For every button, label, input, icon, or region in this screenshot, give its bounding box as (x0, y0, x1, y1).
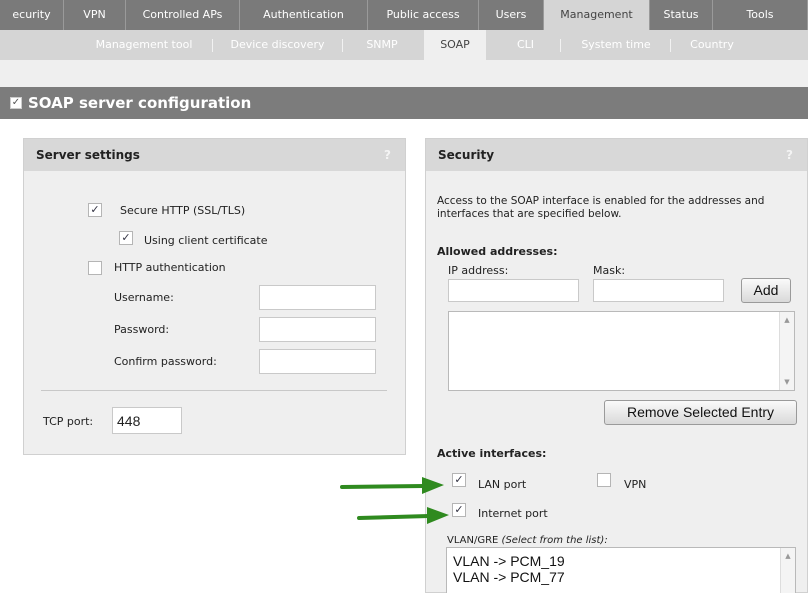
vlan-gre-hint: (Select from the list): (501, 535, 608, 546)
server-settings-panel: Server settings ? ✓ Secure HTTP (SSL/TLS… (23, 138, 406, 455)
vpn-checkbox[interactable] (597, 473, 611, 487)
vlan-gre-title: VLAN/GRE (447, 535, 499, 546)
subnav-divider (560, 39, 561, 52)
http-auth-label: HTTP authentication (114, 261, 226, 274)
top-nav: ecurity VPN Controlled APs Authenticatio… (0, 0, 808, 30)
lan-port-checkbox[interactable]: ✓ (452, 473, 466, 487)
security-title: Security (438, 148, 495, 162)
tab-public-access[interactable]: Public access (368, 0, 479, 30)
tab-tools[interactable]: Tools (713, 0, 808, 30)
subtab-country[interactable]: Country (672, 30, 752, 60)
client-cert-label: Using client certificate (144, 234, 268, 247)
allowed-addresses-title: Allowed addresses: (437, 245, 558, 258)
tab-security[interactable]: ecurity (0, 0, 64, 30)
security-description: Access to the SOAP interface is enabled … (437, 195, 765, 220)
remove-selected-entry-button[interactable]: Remove Selected Entry (604, 400, 797, 425)
client-cert-checkbox[interactable]: ✓ (119, 231, 133, 245)
ip-address-field[interactable] (448, 279, 579, 302)
list-item[interactable]: VLAN -> PCM_19 (453, 553, 565, 569)
allowed-addresses-list[interactable]: ▲ ▼ (448, 311, 795, 391)
subnav-divider (212, 39, 213, 52)
scroll-down-icon[interactable]: ▼ (780, 376, 794, 388)
tab-management[interactable]: Management (544, 0, 650, 30)
password-field[interactable] (259, 317, 376, 342)
vlan-gre-list[interactable]: VLAN -> PCM_19 VLAN -> PCM_77 ▲ (446, 547, 796, 593)
password-label: Password: (114, 323, 170, 336)
secure-http-checkbox[interactable]: ✓ (88, 203, 102, 217)
right-arrow-icon (340, 477, 444, 494)
security-panel: Security ? Access to the SOAP interface … (425, 138, 808, 593)
server-settings-title: Server settings (36, 148, 140, 162)
add-button[interactable]: Add (741, 278, 791, 303)
security-header: Security ? (426, 139, 807, 171)
list-item[interactable]: VLAN -> PCM_77 (453, 569, 565, 585)
lan-port-label: LAN port (478, 478, 527, 491)
help-icon[interactable]: ? (786, 139, 793, 171)
tab-controlled-aps[interactable]: Controlled APs (126, 0, 240, 30)
subtab-snmp[interactable]: SNMP (345, 30, 419, 60)
tab-status[interactable]: Status (650, 0, 713, 30)
subtab-soap[interactable]: SOAP (424, 30, 486, 60)
subtab-cli[interactable]: CLI (492, 30, 559, 60)
subtab-management-tool[interactable]: Management tool (78, 30, 210, 60)
tab-vpn[interactable]: VPN (64, 0, 126, 30)
help-icon[interactable]: ? (384, 139, 391, 171)
divider (41, 390, 387, 391)
scroll-up-icon[interactable]: ▲ (780, 314, 794, 326)
sub-nav: Management tool Device discovery SNMP SO… (0, 30, 808, 60)
http-auth-checkbox[interactable] (88, 261, 102, 275)
mask-label: Mask: (593, 264, 626, 277)
secure-http-label: Secure HTTP (SSL/TLS) (120, 204, 246, 217)
server-settings-header: Server settings ? (24, 139, 405, 171)
page-title-bar: ✓ SOAP server configuration (0, 87, 808, 119)
scrollbar[interactable]: ▲ (780, 548, 795, 593)
vlan-gre-label: VLAN/GRE (Select from the list): (447, 535, 608, 546)
vpn-label: VPN (624, 478, 647, 491)
tcp-port-label: TCP port: (43, 415, 94, 428)
ip-address-label: IP address: (448, 264, 509, 277)
subtab-system-time[interactable]: System time (563, 30, 669, 60)
scrollbar[interactable]: ▲ ▼ (779, 312, 794, 390)
tcp-port-field[interactable] (112, 407, 182, 434)
right-arrow-icon (357, 507, 449, 524)
active-interfaces-title: Active interfaces: (437, 447, 547, 460)
internet-port-checkbox[interactable]: ✓ (452, 503, 466, 517)
internet-port-label: Internet port (478, 507, 548, 520)
username-field[interactable] (259, 285, 376, 310)
title-checkbox[interactable]: ✓ (10, 97, 22, 109)
mask-field[interactable] (593, 279, 724, 302)
scroll-up-icon[interactable]: ▲ (781, 550, 795, 562)
confirm-password-label: Confirm password: (114, 355, 217, 368)
page-title: SOAP server configuration (28, 94, 252, 112)
tab-authentication[interactable]: Authentication (240, 0, 368, 30)
subnav-strip (0, 60, 808, 87)
subnav-divider (670, 39, 671, 52)
subtab-device-discovery[interactable]: Device discovery (214, 30, 341, 60)
username-label: Username: (114, 291, 174, 304)
confirm-password-field[interactable] (259, 349, 376, 374)
tab-users[interactable]: Users (479, 0, 544, 30)
subnav-divider (342, 39, 343, 52)
